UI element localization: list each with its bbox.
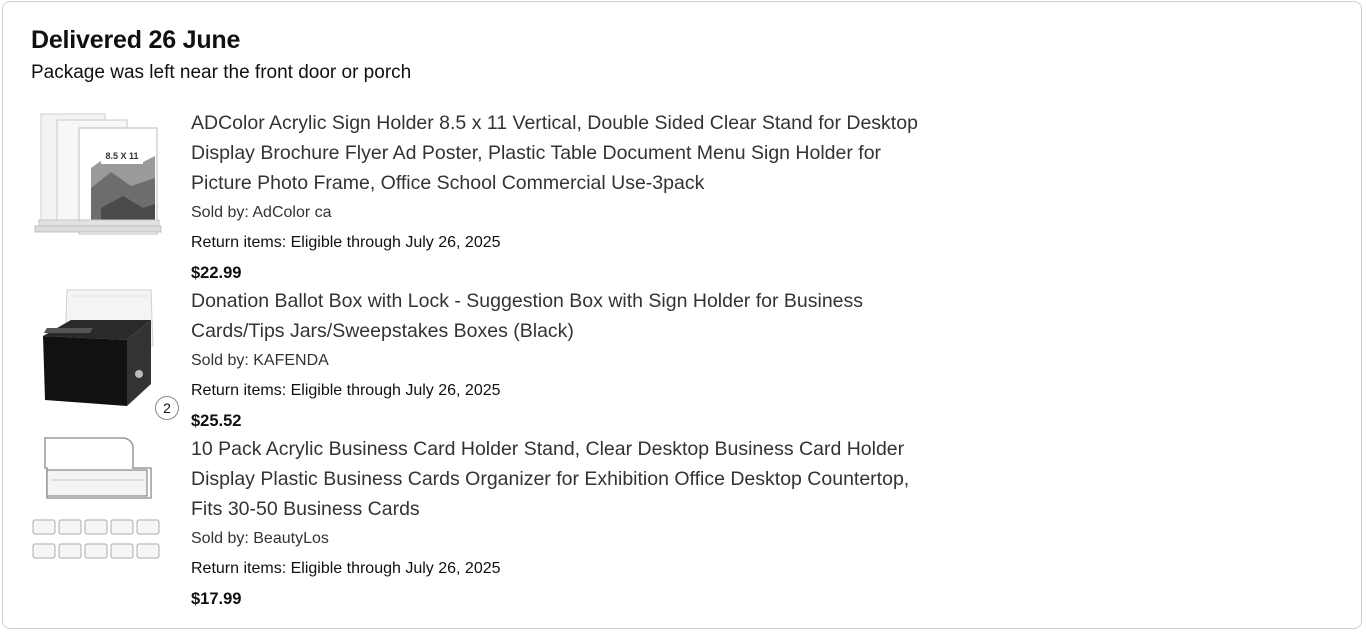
delivery-title: Delivered 26 June bbox=[31, 26, 241, 54]
return-eligibility: Return items: Eligible through July 26, … bbox=[191, 234, 501, 251]
item-price: $17.99 bbox=[191, 590, 242, 608]
product-image-card-holder[interactable] bbox=[31, 434, 163, 566]
quantity-badge: 2 bbox=[155, 396, 179, 420]
seller-name: Sold by: AdColor ca bbox=[191, 204, 332, 221]
delivery-card: Delivered 26 June Package was left near … bbox=[2, 1, 1362, 629]
product-title[interactable]: ADColor Acrylic Sign Holder 8.5 x 11 Ver… bbox=[191, 108, 991, 198]
return-eligibility: Return items: Eligible through July 26, … bbox=[191, 382, 501, 399]
return-eligibility: Return items: Eligible through July 26, … bbox=[191, 560, 501, 577]
item-price: $22.99 bbox=[191, 264, 242, 282]
delivery-subtitle: Package was left near the front door or … bbox=[31, 62, 412, 83]
seller-name: Sold by: BeautyLos bbox=[191, 530, 329, 547]
thumb-label: 8.5 X 11 bbox=[105, 151, 138, 161]
product-image-sign-holder[interactable]: 8.5 X 11 bbox=[31, 108, 163, 240]
product-image-ballot-box[interactable] bbox=[31, 286, 163, 418]
item-price: $25.52 bbox=[191, 412, 242, 430]
seller-name: Sold by: KAFENDA bbox=[191, 352, 329, 369]
product-title[interactable]: 10 Pack Acrylic Business Card Holder Sta… bbox=[191, 434, 991, 524]
product-title[interactable]: Donation Ballot Box with Lock - Suggesti… bbox=[191, 286, 991, 346]
